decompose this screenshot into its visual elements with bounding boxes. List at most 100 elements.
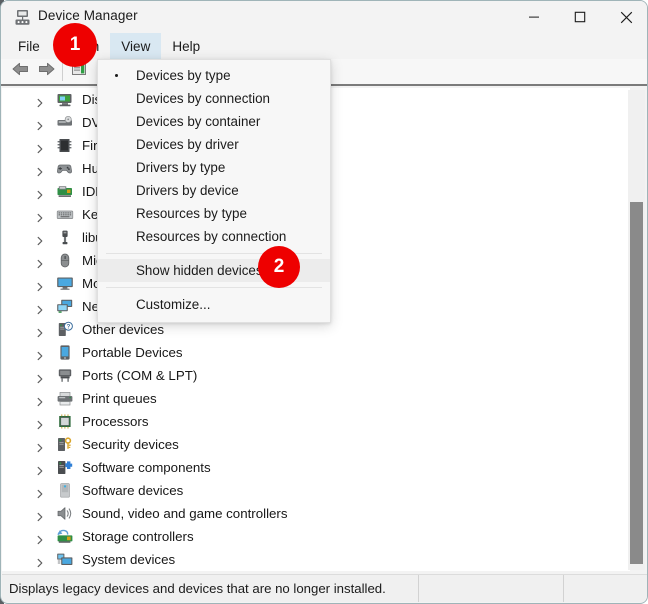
chevron-right-icon[interactable] [35,302,45,314]
menu-option-label: Customize... [136,297,211,312]
chevron-right-icon[interactable] [35,555,45,567]
menu-file[interactable]: File [7,33,51,59]
close-button[interactable] [603,1,647,33]
tree-item-11[interactable]: Portable Devices [2,341,630,364]
processor-icon [56,413,74,430]
tree-item-17[interactable]: Software devices [2,479,630,502]
view-dropdown-menu[interactable]: Devices by type Devices by connection Devi… [97,59,331,323]
sound-controller-icon [56,505,74,522]
toolbar-separator [62,62,63,81]
tree-item-label: Software devices [82,482,184,498]
annotation-badge-1: 1 [53,23,97,67]
tree-item-16[interactable]: Software components [2,456,630,479]
chevron-right-icon[interactable] [35,233,45,245]
tree-item-label: Sound, video and game controllers [82,505,288,521]
tree-item-14[interactable]: Processors [2,410,630,433]
menu-option-label: Drivers by type [136,160,226,175]
chevron-right-icon[interactable] [35,440,45,452]
menu-option-7[interactable]: Resources by connection [98,225,330,248]
minimize-icon [528,11,540,23]
minimize-button[interactable] [511,1,557,33]
status-bar: Displays legacy devices and devices that… [2,574,647,602]
menu-separator [106,287,322,288]
menu-option-label: Drivers by device [136,183,239,198]
tree-item-label: Portable Devices [82,344,183,360]
chevron-right-icon[interactable] [35,371,45,383]
chevron-right-icon[interactable] [35,532,45,544]
chevron-right-icon[interactable] [35,95,45,107]
printer-icon [56,390,74,407]
chevron-right-icon[interactable] [35,118,45,130]
screenshot-root: Device Manager File View Help IDE ? Othe… [0,0,648,604]
maximize-button[interactable] [557,1,603,33]
menu-option-label: Resources by connection [136,229,287,244]
software-component-icon [56,459,74,476]
tree-item-label: Storage controllers [82,528,194,544]
menu-option-label: Resources by type [136,206,247,221]
tree-item-13[interactable]: Print queues [2,387,630,410]
window-title: Device Manager [38,8,138,23]
tree-item-18[interactable]: Sound, video and game controllers [2,502,630,525]
tree-item-19[interactable]: Storage controllers [2,525,630,548]
dvd-drive-icon [56,114,74,131]
chevron-right-icon[interactable] [35,187,45,199]
chevron-right-icon[interactable] [35,325,45,337]
mouse-icon [56,252,74,269]
chevron-right-icon[interactable] [35,509,45,521]
status-cell-2 [419,575,564,602]
device-manager-window: Device Manager File View Help IDE ? Othe… [0,0,648,604]
tree-item-label: Software components [82,459,211,475]
security-device-icon [56,436,74,453]
network-adapter-icon [56,298,74,315]
display-adapter-icon [56,91,74,108]
scrollbar-thumb[interactable] [630,202,643,564]
back-button[interactable] [7,60,33,84]
chevron-right-icon[interactable] [35,417,45,429]
tree-item-label: Ports (COM & LPT) [82,367,198,383]
chevron-right-icon[interactable] [35,141,45,153]
menu-view[interactable]: View [110,33,162,59]
chevron-right-icon[interactable] [35,463,45,475]
tree-item-15[interactable]: Security devices [2,433,630,456]
keyboard-icon [56,206,74,223]
menu-option-4[interactable]: Drivers by type [98,156,330,179]
back-arrow-icon [11,61,30,82]
chevron-right-icon[interactable] [35,210,45,222]
chevron-right-icon[interactable] [35,256,45,268]
menu-option-label: Devices by type [136,68,231,83]
software-device-icon [56,482,74,499]
chevron-right-icon[interactable] [35,279,45,291]
chevron-right-icon[interactable] [35,348,45,360]
menu-bar: File Action View Help [1,33,647,59]
chevron-right-icon[interactable] [35,394,45,406]
maximize-icon [574,11,586,23]
menu-option-label: Devices by driver [136,137,239,152]
menu-option-label: Devices by container [136,114,261,129]
chevron-right-icon[interactable] [35,164,45,176]
menu-help[interactable]: Help [161,33,211,59]
forward-button[interactable] [33,60,59,84]
menu-option-1[interactable]: Devices by connection [98,87,330,110]
menu-option-11[interactable]: Customize... [98,293,330,316]
chevron-right-icon[interactable] [35,486,45,498]
menu-option-label: Show hidden devices [136,263,263,278]
menu-option-6[interactable]: Resources by type [98,202,330,225]
menu-option-2[interactable]: Devices by container [98,110,330,133]
close-icon [620,11,633,24]
menu-option-5[interactable]: Drivers by device [98,179,330,202]
svg-text:?: ? [67,324,71,330]
system-device-icon [56,551,74,568]
vertical-scrollbar[interactable] [628,90,645,570]
ide-controller-icon [56,183,74,200]
tree-item-label: Other devices [82,321,165,337]
tree-item-label: Processors [82,413,149,429]
menu-option-3[interactable]: Devices by driver [98,133,330,156]
port-icon [56,367,74,384]
menu-option-0[interactable]: Devices by type [98,64,330,87]
storage-controller-icon [56,528,74,545]
menu-option-label: Devices by connection [136,91,270,106]
tree-item-label: System devices [82,551,176,567]
tree-item-12[interactable]: Ports (COM & LPT) [2,364,630,387]
tree-item-20[interactable]: System devices [2,548,630,571]
annotation-badge-2: 2 [258,246,300,288]
